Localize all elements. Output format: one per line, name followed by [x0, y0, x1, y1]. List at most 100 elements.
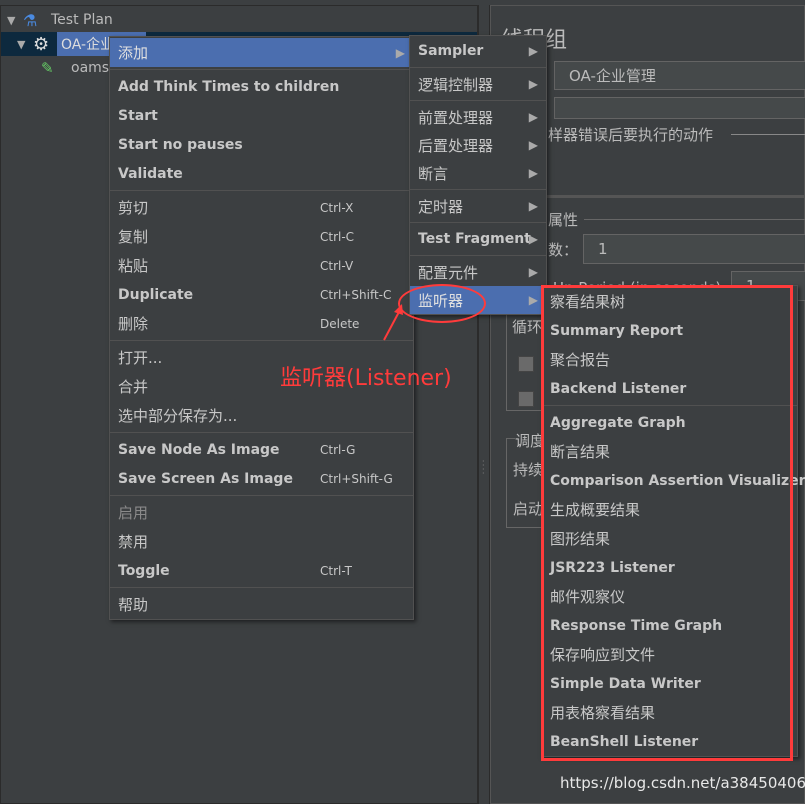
submenu-arrow-icon: ▶	[528, 44, 538, 58]
comment-field[interactable]	[554, 97, 805, 119]
menu-item-label: Duplicate	[118, 286, 194, 303]
submenu-arrow-icon: ▶	[395, 45, 405, 60]
menu-item[interactable]: Validate	[110, 159, 413, 188]
menu-item[interactable]: 禁用	[110, 527, 413, 556]
menu-item[interactable]: 前置处理器 ▶	[410, 103, 546, 131]
menu-separator	[110, 190, 413, 191]
menu-item[interactable]: 启用	[110, 498, 413, 527]
menu-item-label: 断言	[418, 164, 449, 183]
annotation-circle	[398, 284, 486, 323]
threads-field[interactable]: 1	[583, 234, 805, 264]
sampler-error-label: 样器错误后要执行的动作	[548, 126, 714, 144]
loop-label: 循环	[512, 316, 543, 337]
submenu-arrow-icon: ▶	[528, 110, 538, 124]
menu-item-label: 配置元件	[418, 263, 479, 282]
menu-item-label: 删除	[118, 315, 149, 333]
menu-item[interactable]: Add Think Times to children	[110, 72, 413, 101]
same-user-checkbox[interactable]	[518, 391, 534, 407]
submenu-arrow-icon: ▶	[528, 199, 538, 213]
annotation-highlight-box	[541, 285, 793, 761]
submenu-arrow-icon: ▶	[528, 166, 538, 180]
menu-item[interactable]: 定时器 ▶	[410, 192, 546, 220]
context-menu: 添加 ▶ Add Think Times to children Start Start…	[109, 36, 414, 620]
menu-item-label: 打开...	[118, 349, 163, 367]
shortcut-label: Ctrl-T	[320, 563, 352, 578]
menu-item[interactable]: 剪切 Ctrl-X	[110, 193, 413, 222]
shortcut-label: Ctrl-G	[320, 442, 356, 457]
menu-item-label: Toggle	[118, 562, 170, 579]
submenu-arrow-icon: ▶	[528, 265, 538, 279]
menu-item[interactable]: 添加 ▶	[110, 38, 413, 67]
menu-item[interactable]: 逻辑控制器 ▶	[410, 70, 546, 98]
menu-item-label: 帮助	[118, 596, 149, 614]
startup-delay-label: 启动	[513, 500, 544, 518]
menu-item-label: Validate	[118, 165, 183, 182]
menu-item[interactable]: 删除 Delete	[110, 309, 413, 338]
menu-separator	[110, 340, 413, 341]
menu-item[interactable]: 粘贴 Ctrl-V	[110, 251, 413, 280]
menu-item-label: Start	[118, 107, 158, 124]
menu-separator	[110, 432, 413, 433]
menu-item[interactable]: 后置处理器 ▶	[410, 131, 546, 159]
tree-node-test-plan[interactable]: ▼ ⚗ Test Plan	[7, 8, 113, 32]
menu-item[interactable]: 断言 ▶	[410, 159, 546, 187]
group-border	[584, 219, 805, 220]
shortcut-label: Ctrl+Shift-G	[320, 471, 393, 486]
menu-item-label: Test Fragment	[418, 231, 531, 247]
group-border	[731, 134, 805, 135]
menu-item-label: 定时器	[418, 197, 464, 216]
menu-separator	[410, 255, 546, 256]
submenu-arrow-icon: ▶	[528, 138, 538, 152]
menu-item[interactable]: Toggle Ctrl-T	[110, 556, 413, 585]
expand-triangle-icon[interactable]: ▼	[17, 38, 33, 51]
menu-item-label: 启用	[118, 504, 149, 522]
menu-item[interactable]: Start no pauses	[110, 130, 413, 159]
duration-label: 持续	[513, 461, 544, 479]
shortcut-label: Ctrl-V	[320, 258, 354, 273]
expand-triangle-icon[interactable]: ▼	[7, 14, 23, 27]
menu-item-label: 前置处理器	[418, 108, 494, 127]
menu-separator	[110, 69, 413, 70]
menu-item-label: 添加	[118, 44, 149, 62]
dropper-icon: ✎	[41, 59, 54, 77]
gear-icon: ⚙	[33, 33, 50, 55]
menu-item[interactable]: Sampler ▶	[410, 37, 546, 65]
shortcut-label: Ctrl-C	[320, 229, 355, 244]
shortcut-label: Ctrl-X	[320, 200, 354, 215]
annotation-arrow-icon	[383, 304, 403, 341]
menu-separator	[410, 67, 546, 68]
infinite-checkbox[interactable]	[518, 356, 534, 372]
menu-item[interactable]: 复制 Ctrl-C	[110, 222, 413, 251]
watermark: https://blog.csdn.net/a384504062	[560, 774, 805, 792]
shortcut-label: Delete	[320, 316, 360, 331]
menu-item[interactable]: Duplicate Ctrl+Shift-C	[110, 280, 413, 309]
menu-item[interactable]: 配置元件 ▶	[410, 258, 546, 286]
menu-item-label: Start no pauses	[118, 136, 243, 153]
menu-item-label: Sampler	[418, 43, 484, 59]
menu-item-label: 选中部分保存为...	[118, 407, 238, 425]
menu-separator	[410, 100, 546, 101]
menu-separator	[410, 189, 546, 190]
submenu-arrow-icon: ▶	[528, 232, 538, 246]
menu-item[interactable]: Save Screen As Image Ctrl+Shift-G	[110, 464, 413, 493]
tree-node-label: oams	[71, 60, 110, 76]
menu-item[interactable]: Start	[110, 101, 413, 130]
properties-label: 属性	[548, 211, 579, 229]
menu-item-label: Add Think Times to children	[118, 78, 340, 95]
threads-label: 数：	[548, 241, 579, 259]
menu-item[interactable]: Save Node As Image Ctrl-G	[110, 435, 413, 464]
menu-item-label: 复制	[118, 228, 149, 246]
submenu-arrow-icon: ▶	[528, 77, 538, 91]
grip-icon: · · · ·	[482, 457, 485, 478]
menu-separator	[410, 222, 546, 223]
menu-item-label: 合并	[118, 378, 149, 396]
submenu-arrow-icon: ▶	[528, 293, 538, 307]
menu-item-label: 剪切	[118, 199, 149, 217]
tree-node-oams[interactable]: ✎ oams	[41, 56, 109, 80]
menu-item[interactable]: 帮助	[110, 590, 413, 619]
menu-item-label: Save Screen As Image	[118, 470, 293, 487]
name-field[interactable]: OA-企业管理	[554, 61, 805, 90]
menu-item-label: 逻辑控制器	[418, 75, 494, 94]
menu-item[interactable]: Test Fragment ▶	[410, 225, 546, 253]
menu-item[interactable]: 选中部分保存为...	[110, 401, 413, 430]
